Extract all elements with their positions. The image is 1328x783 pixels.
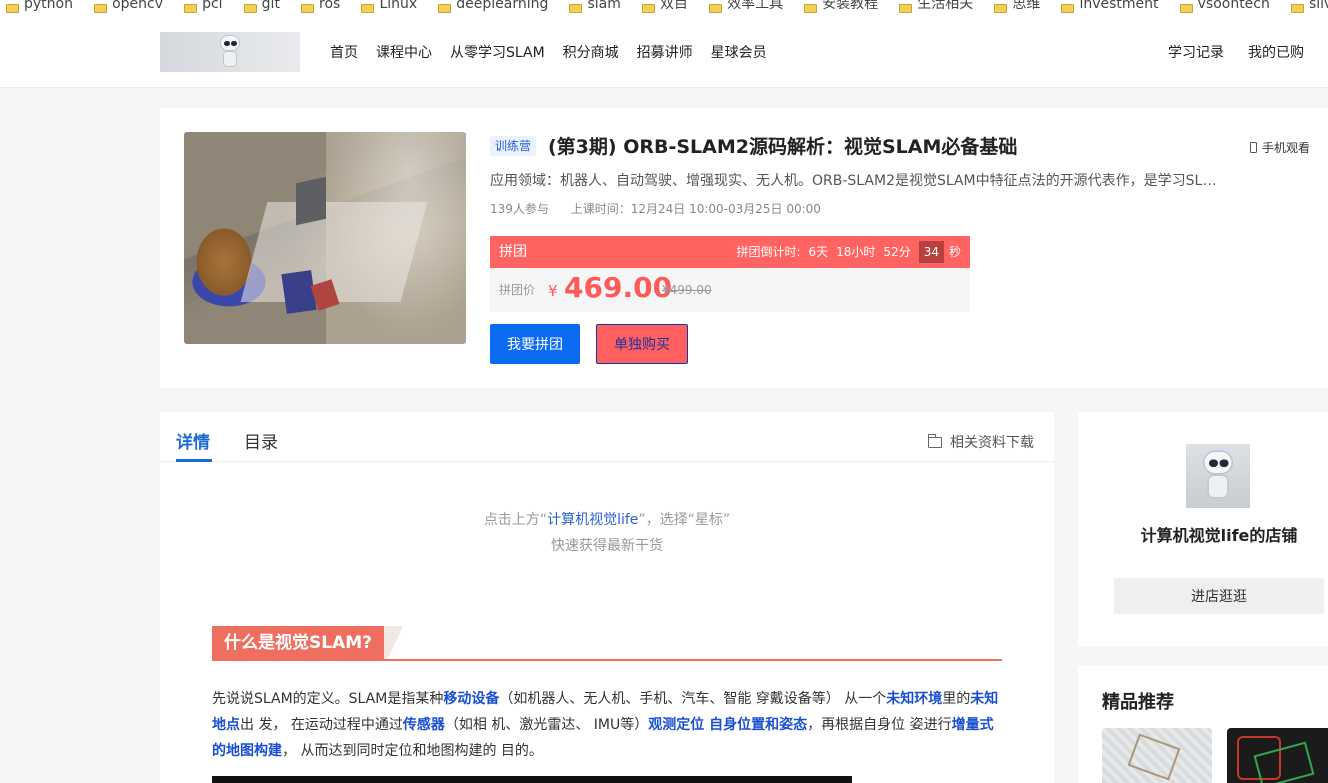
course-card: 训练营 (第3期) ORB-SLAM2源码解析：视觉SLAM必备基础 手机观看 … — [160, 108, 1328, 388]
folder-icon — [361, 4, 375, 13]
folder-icon — [899, 4, 913, 13]
folder-icon — [243, 4, 257, 13]
folder-icon — [928, 433, 942, 448]
bookmark-folder[interactable]: ros — [295, 0, 340, 16]
bookmark-folder[interactable]: silverstar — [1285, 0, 1328, 16]
recommended-course-thumbnail[interactable] — [1227, 728, 1328, 783]
folder-icon — [1290, 4, 1304, 13]
folder-icon — [1061, 4, 1075, 13]
course-detail-panel: 详情 目录 相关资料下载 点击上方“计算机视觉life”，选择“星标” 快速获得… — [160, 412, 1054, 783]
nav-learn-slam[interactable]: 从零学习SLAM — [450, 42, 545, 62]
embedded-video[interactable] — [212, 776, 852, 783]
course-description: 应用领域：机器人、自动驾驶、增强现实、无人机。ORB-SLAM2是视觉SLAM中… — [490, 173, 1220, 189]
currency-symbol: ¥ — [548, 282, 558, 300]
detail-tabs: 详情 目录 相关资料下载 — [160, 412, 1054, 462]
folder-icon — [6, 4, 19, 13]
join-group-button[interactable]: 我要拼团 — [490, 324, 580, 364]
bookmark-folder[interactable]: deeplearning — [432, 0, 548, 16]
group-buy-bar: 拼团 拼团倒计时: 6天 18小时 52分 34 秒 — [490, 236, 970, 268]
nav-points-mall[interactable]: 积分商城 — [563, 42, 619, 62]
active-tab-indicator — [176, 459, 212, 462]
folder-icon — [301, 4, 315, 13]
account-name-link[interactable]: 计算机视觉life — [547, 512, 638, 528]
nav-recruit-lecturer[interactable]: 招募讲师 — [637, 42, 693, 62]
nav-membership[interactable]: 星球会员 — [711, 42, 767, 62]
mobile-view-link[interactable]: 手机观看 — [1249, 139, 1310, 156]
course-meta: 139人参与 上课时间：12月24日 10:00-03月25日 00:00 — [490, 200, 839, 217]
folder-icon — [709, 4, 723, 13]
section-title: 什么是视觉SLAM? — [212, 626, 385, 660]
countdown-minutes: 52分 — [883, 245, 911, 259]
bookmark-folder[interactable]: 双目 — [636, 0, 688, 16]
bookmark-folder[interactable]: Linux — [355, 0, 417, 16]
site-logo[interactable] — [160, 32, 300, 72]
countdown-hours: 18小时 — [836, 245, 876, 259]
folder-icon — [438, 4, 452, 13]
tab-details[interactable]: 详情 — [176, 428, 210, 453]
original-price: ¥499.00 — [662, 283, 712, 297]
countdown-days: 6天 — [808, 245, 829, 259]
main-nav: 首页 课程中心 从零学习SLAM 积分商城 招募讲师 星球会员 — [330, 16, 785, 88]
shop-avatar[interactable] — [1186, 444, 1250, 508]
nav-purchased[interactable]: 我的已购 — [1248, 42, 1304, 62]
folder-icon — [569, 4, 583, 13]
bookmarks-bar: python opencv pcl git ros Linux deeplear… — [0, 0, 1328, 16]
bookmark-folder[interactable]: opencv — [88, 0, 163, 16]
bookmark-folder[interactable]: 生活相关 — [893, 0, 973, 16]
shop-card: 计算机视觉life的店铺 进店逛逛 — [1078, 412, 1328, 646]
nav-courses[interactable]: 课程中心 — [376, 42, 432, 62]
group-buy-label: 拼团 — [499, 244, 527, 260]
download-materials-link[interactable]: 相关资料下载 — [928, 432, 1034, 452]
heading-decoration — [384, 626, 407, 660]
buy-single-button[interactable]: 单独购买 — [596, 324, 688, 364]
section-divider — [212, 659, 1002, 661]
course-type-badge: 训练营 — [490, 136, 537, 156]
folder-icon — [641, 4, 655, 13]
recommended-section: 精品推荐 — [1078, 666, 1328, 783]
bookmark-folder[interactable]: slam — [563, 0, 621, 16]
shop-name: 计算机视觉life的店铺 — [1140, 526, 1298, 545]
slam-definition-paragraph: 先说说SLAM的定义。SLAM是指某种移动设备（如机器人、无人机、手机、汽车、智… — [212, 691, 999, 759]
recommended-title: 精品推荐 — [1102, 692, 1174, 713]
robot-icon — [1199, 450, 1238, 502]
group-price: 469.00 — [564, 271, 673, 304]
price-box: 拼团价 ¥ 469.00 ¥499.00 — [490, 268, 970, 312]
bookmark-folder[interactable]: 思维 — [988, 0, 1040, 16]
folder-icon — [94, 4, 108, 13]
recommended-course-thumbnail[interactable] — [1102, 728, 1212, 783]
course-title: (第3期) ORB-SLAM2源码解析：视觉SLAM必备基础 — [548, 136, 1018, 158]
nav-home[interactable]: 首页 — [330, 42, 358, 62]
bookmark-folder[interactable]: vsoontech — [1174, 0, 1270, 16]
phone-icon — [1249, 142, 1257, 153]
bookmark-folder[interactable]: pcl — [178, 0, 223, 16]
course-cover-image[interactable] — [184, 132, 466, 344]
nav-learning-record[interactable]: 学习记录 — [1168, 42, 1224, 62]
group-countdown: 拼团倒计时: 6天 18小时 52分 34 秒 — [728, 236, 961, 268]
site-header: 首页 课程中心 从零学习SLAM 积分商城 招募讲师 星球会员 学习记录 我的已… — [0, 16, 1328, 88]
folder-icon — [1179, 4, 1193, 13]
follow-subtitle: 快速获得最新干货 — [551, 538, 663, 554]
tab-catalog[interactable]: 目录 — [244, 428, 278, 453]
follow-prompt: 点击上方“计算机视觉life”，选择“星标” — [483, 512, 731, 528]
visit-shop-button[interactable]: 进店逛逛 — [1114, 578, 1324, 614]
course-schedule: 上课时间：12月24日 10:00-03月25日 00:00 — [570, 202, 821, 216]
user-nav: 学习记录 我的已购 — [1144, 16, 1304, 88]
folder-icon — [184, 4, 198, 13]
bookmark-folder[interactable]: investment — [1055, 0, 1159, 16]
participants-count: 139人参与 — [490, 202, 549, 216]
countdown-seconds: 34 — [918, 241, 944, 263]
bookmark-folder[interactable]: git — [238, 0, 280, 16]
bookmark-folder[interactable]: 效率工具 — [703, 0, 783, 16]
folder-icon — [994, 4, 1008, 13]
folder-icon — [804, 4, 818, 13]
price-label: 拼团价 — [499, 283, 536, 297]
bookmark-folder[interactable]: python — [0, 0, 73, 16]
bookmark-folder[interactable]: 安装教程 — [798, 0, 878, 16]
robot-icon — [217, 35, 243, 69]
section-heading: 什么是视觉SLAM? — [212, 626, 407, 660]
